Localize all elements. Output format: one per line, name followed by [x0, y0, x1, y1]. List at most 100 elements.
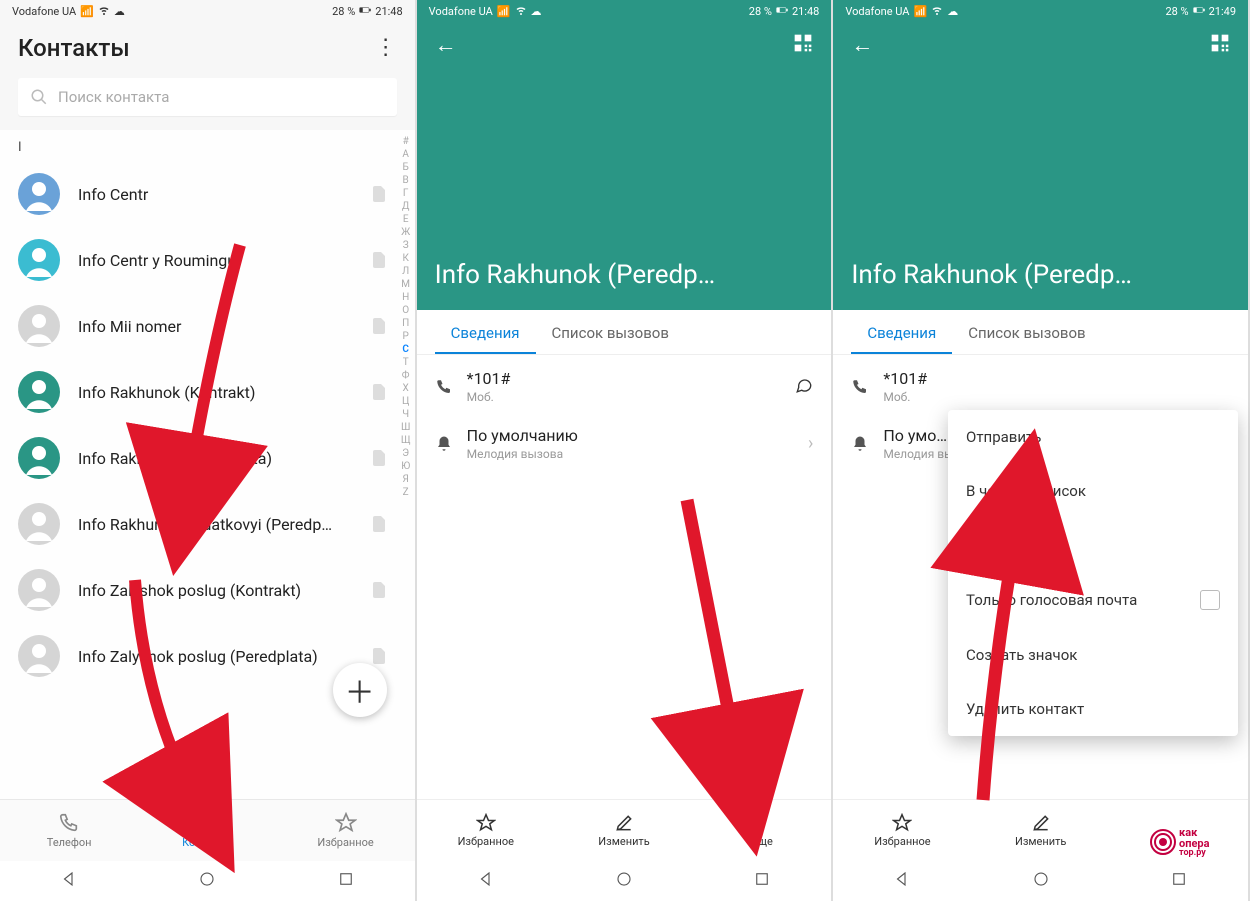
battery-pct: 28 % — [332, 5, 355, 18]
contact-row[interactable]: Info Rakhunok (Peredplata) — [18, 425, 397, 491]
status-bar: Vodafone UA 📶 ☁ 28 % 21:48 — [0, 0, 415, 22]
index-letter[interactable]: Ж — [401, 227, 410, 238]
sys-recent-button[interactable] — [337, 870, 355, 892]
message-button[interactable] — [795, 376, 813, 398]
sys-home-button[interactable] — [198, 870, 216, 892]
index-letter[interactable]: К — [402, 253, 408, 264]
nav-contacts-label: Контакты — [182, 836, 233, 849]
alphabet-index[interactable]: # АБВГДЕЖЗКЛМНОПРСТФХЦЧШЩЭЮЯZ — [397, 130, 415, 799]
index-letter[interactable]: Z — [403, 487, 409, 498]
battery-icon — [776, 4, 788, 19]
favorite-button[interactable]: Избранное — [417, 800, 555, 861]
phone-row[interactable]: *101# Моб. — [417, 355, 832, 406]
search-icon — [30, 88, 48, 106]
index-letter[interactable]: О — [402, 305, 409, 316]
menu-shortcut[interactable]: Создать значок — [948, 628, 1238, 682]
overflow-menu-button[interactable]: ⋮ — [375, 37, 397, 59]
index-letter[interactable]: # — [403, 136, 409, 147]
tab-call-log[interactable]: Список вызовов — [536, 310, 685, 354]
star-icon — [476, 813, 496, 833]
index-letter[interactable]: Г — [403, 188, 409, 199]
menu-copy[interactable]: Копировать — [948, 518, 1238, 572]
index-letter[interactable]: Е — [403, 214, 409, 225]
phone-row[interactable]: *101# Моб. — [833, 355, 1248, 406]
index-letter[interactable]: Д — [402, 201, 410, 212]
edit-button[interactable]: Изменить — [555, 800, 693, 861]
index-letter[interactable]: П — [402, 318, 409, 329]
back-button[interactable]: ← — [435, 32, 457, 58]
contact-row[interactable]: Info Centr — [18, 161, 397, 227]
menu-delete[interactable]: Удалить контакт — [948, 682, 1238, 736]
sys-home-button[interactable] — [1032, 870, 1050, 892]
section-header: I — [18, 130, 397, 161]
index-letter[interactable]: Л — [402, 266, 409, 277]
index-letter[interactable]: Х — [403, 383, 409, 394]
checkbox-icon[interactable] — [1200, 590, 1220, 610]
contact-row[interactable]: Info Zalyshok poslug (Kontrakt) — [18, 557, 397, 623]
index-letter[interactable]: Т — [403, 357, 409, 368]
menu-send[interactable]: Отправить — [948, 410, 1238, 464]
sys-home-button[interactable] — [615, 870, 633, 892]
index-letter[interactable]: Э — [402, 448, 409, 459]
contact-row[interactable]: Info Mii nomer — [18, 293, 397, 359]
contact-name: Info Rakhunok (Peredplata) — [78, 449, 355, 468]
chevron-right-icon: › — [808, 433, 813, 454]
index-letter[interactable]: А — [402, 149, 409, 160]
sys-recent-button[interactable] — [753, 870, 771, 892]
tab-details[interactable]: Сведения — [851, 310, 952, 354]
edit-button[interactable]: Изменить — [972, 800, 1110, 861]
wifi-icon — [931, 4, 943, 19]
index-letter[interactable]: Щ — [401, 435, 411, 446]
search-placeholder: Поиск контакта — [58, 88, 169, 106]
sim-icon — [373, 648, 385, 664]
contact-row[interactable]: Info Rakhunok dodatkovyi (Peredp… — [18, 491, 397, 557]
qr-button[interactable] — [793, 33, 813, 57]
menu-voicemail[interactable]: Только голосовая почта — [948, 572, 1238, 628]
sys-back-button[interactable] — [477, 870, 495, 892]
index-letter[interactable]: Б — [403, 162, 409, 173]
contact-name: Info Mii nomer — [78, 317, 355, 336]
menu-blacklist[interactable]: В черный список — [948, 464, 1238, 518]
sim-icon — [373, 384, 385, 400]
index-letter[interactable]: З — [403, 240, 409, 251]
contact-name: Info Rakhunok dodatkovyi (Peredp… — [78, 515, 355, 534]
ringtone-row[interactable]: По умолчанию Мелодия вызова › — [417, 406, 832, 463]
index-letter[interactable]: Ц — [402, 396, 409, 407]
star-icon — [335, 812, 357, 834]
phone-icon — [435, 378, 453, 396]
nav-contacts[interactable]: Контакты — [138, 800, 276, 861]
index-letter[interactable]: С — [402, 344, 409, 355]
qr-button[interactable] — [1210, 33, 1230, 57]
sys-back-button[interactable] — [60, 870, 78, 892]
index-letter[interactable]: Ч — [402, 409, 409, 420]
sys-recent-button[interactable] — [1170, 870, 1188, 892]
index-letter[interactable]: Ф — [402, 370, 410, 381]
index-letter[interactable]: М — [401, 279, 410, 290]
index-letter[interactable]: Ш — [401, 422, 410, 433]
index-letter[interactable]: Р — [403, 331, 409, 342]
detail-tabs: Сведения Список вызовов — [417, 310, 832, 355]
tab-call-log[interactable]: Список вызовов — [952, 310, 1101, 354]
screen-contacts-list: Vodafone UA 📶 ☁ 28 % 21:48 Контакты ⋮ По… — [0, 0, 417, 901]
phone-icon — [851, 378, 869, 396]
back-button[interactable]: ← — [851, 32, 873, 58]
index-letter[interactable]: В — [403, 175, 409, 186]
contacts-header: Контакты ⋮ — [0, 22, 415, 70]
battery-icon — [1193, 4, 1205, 19]
index-letter[interactable]: Ю — [401, 461, 410, 472]
contact-row[interactable]: Info Rakhunok (Kontrakt) — [18, 359, 397, 425]
favorite-button[interactable]: Избранное — [833, 800, 971, 861]
avatar-icon — [18, 635, 60, 677]
tab-details[interactable]: Сведения — [435, 310, 536, 354]
sys-back-button[interactable] — [893, 870, 911, 892]
search-input[interactable]: Поиск контакта — [18, 78, 397, 116]
add-contact-fab[interactable]: ＋ — [333, 663, 387, 717]
nav-favorites[interactable]: Избранное — [276, 800, 414, 861]
nav-phone[interactable]: Телефон — [0, 800, 138, 861]
clock-label: 21:49 — [1209, 5, 1236, 18]
contact-row[interactable]: Info Centr y Roumingu — [18, 227, 397, 293]
screen-contact-menu: Vodafone UA 📶 ☁ 28 % 21:49 ← Info Rakhun… — [833, 0, 1250, 901]
index-letter[interactable]: Я — [402, 474, 408, 485]
index-letter[interactable]: Н — [402, 292, 409, 303]
more-button[interactable]: Еще — [693, 800, 831, 861]
